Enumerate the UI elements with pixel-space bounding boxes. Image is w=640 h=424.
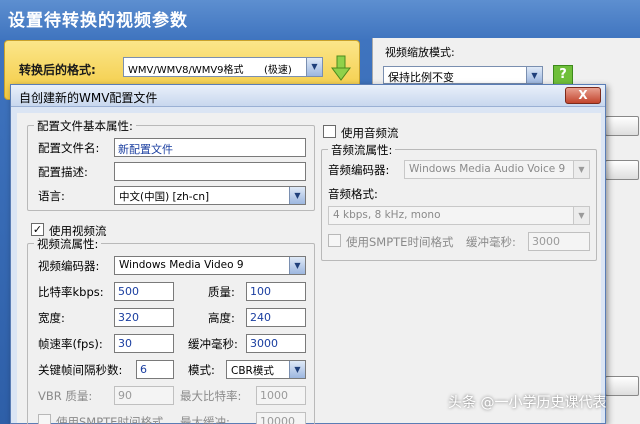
down-arrow-icon[interactable] [331, 55, 351, 81]
audio-smpte-checkbox[interactable] [328, 234, 341, 247]
quality-label: 质量: [208, 285, 235, 299]
audio-smpte-label: 使用SMPTE时间格式 [346, 235, 454, 249]
fps-field[interactable]: 30 [114, 334, 174, 353]
audio-format-label: 音频格式: [328, 187, 378, 201]
chevron-down-icon[interactable]: ▼ [573, 161, 589, 178]
profile-lang-label: 语言: [38, 189, 65, 203]
page-title: 设置待转换的视频参数 [8, 11, 188, 31]
chevron-down-icon[interactable]: ▼ [306, 58, 322, 76]
profile-group-legend: 配置文件基本属性: [34, 118, 136, 134]
video-buffer-label: 缓冲毫秒: [188, 337, 238, 351]
profile-lang-select[interactable]: 中文(中国) [zh-cn] ▼ [114, 186, 306, 205]
keyframe-label: 关键帧间隔秒数: [38, 363, 123, 377]
width-field[interactable]: 320 [114, 308, 174, 327]
max-bitrate-field[interactable]: 1000 [256, 386, 306, 405]
video-group-legend: 视频流属性: [34, 236, 102, 252]
format-speed: (极速) [264, 65, 292, 76]
max-bitrate-label: 最大比特率: [180, 389, 242, 403]
video-codec-value: Windows Media Video 9 [119, 259, 244, 271]
audio-buffer-label: 缓冲毫秒: [466, 235, 516, 249]
height-label: 高度: [208, 311, 235, 325]
profile-lang-value: 中文(中国) [zh-cn] [119, 191, 210, 203]
audio-codec-value: Windows Media Audio Voice 9 [409, 163, 566, 175]
profile-group: 配置文件基本属性: 配置文件名: 新配置文件 配置描述: 语言: 中文(中国) … [27, 118, 315, 211]
profile-desc-field[interactable] [114, 162, 306, 181]
format-label: 转换后的格式: [19, 63, 96, 77]
vbr-quality-field[interactable]: 90 [114, 386, 174, 405]
width-label: 宽度: [38, 311, 65, 325]
use-audio-checkbox[interactable] [323, 125, 336, 138]
mode-select[interactable]: CBR模式 ▼ [226, 360, 306, 379]
close-icon[interactable]: X [565, 87, 601, 104]
dialog-titlebar[interactable]: 自创建新的WMV配置文件 X [11, 85, 605, 107]
side-button-1[interactable] [605, 116, 639, 136]
profile-name-label: 配置文件名: [38, 141, 100, 155]
watermark: 头条 @一小学历史课代表 [448, 395, 607, 411]
video-buffer-field[interactable]: 3000 [246, 334, 306, 353]
keyframe-field[interactable]: 6 [136, 360, 174, 379]
audio-codec-label: 音频编码器: [328, 163, 390, 177]
audio-group: 音频流属性: 音频编码器: Windows Media Audio Voice … [321, 142, 597, 261]
dialog-title: 自创建新的WMV配置文件 [19, 91, 158, 105]
use-audio-label: 使用音频流 [341, 126, 399, 140]
chevron-down-icon[interactable]: ▼ [289, 257, 305, 274]
side-button-3[interactable] [605, 376, 639, 396]
mode-label: 模式: [188, 363, 215, 377]
help-icon[interactable]: ? [553, 65, 573, 85]
bitrate-field[interactable]: 500 [114, 282, 174, 301]
mode-value: CBR模式 [231, 365, 274, 377]
video-group: 视频流属性: 视频编码器: Windows Media Video 9 ▼ 比特… [27, 236, 315, 424]
video-smpte-checkbox[interactable] [38, 414, 51, 424]
max-buffer-label: 最大缓冲: [180, 415, 230, 424]
chevron-down-icon[interactable]: ▼ [526, 67, 542, 83]
fps-label: 帧速率(fps): [38, 337, 103, 351]
profile-name-field[interactable]: 新配置文件 [114, 138, 306, 157]
audio-format-select[interactable]: 4 kbps, 8 kHz, mono ▼ [328, 206, 590, 225]
max-buffer-field[interactable]: 10000 [256, 412, 306, 424]
audio-group-legend: 音频流属性: [328, 142, 396, 158]
video-smpte-label: 使用SMPTE时间格式 [56, 415, 164, 424]
bitrate-label: 比特率kbps: [38, 285, 104, 299]
scale-mode-select[interactable]: 保持比例不变 ▼ [383, 66, 543, 84]
profile-desc-label: 配置描述: [38, 165, 88, 179]
format-select-value: WMV/WMV8/WMV9格式 [128, 65, 244, 76]
scale-mode-value: 保持比例不变 [388, 71, 454, 84]
video-codec-label: 视频编码器: [38, 259, 100, 273]
side-button-2[interactable] [605, 160, 639, 180]
audio-format-value: 4 kbps, 8 kHz, mono [333, 209, 441, 221]
height-field[interactable]: 240 [246, 308, 306, 327]
audio-buffer-field[interactable]: 3000 [528, 232, 590, 251]
scale-mode-label: 视频缩放模式: [385, 46, 455, 59]
audio-codec-select[interactable]: Windows Media Audio Voice 9 ▼ [404, 160, 590, 179]
quality-field[interactable]: 100 [246, 282, 306, 301]
video-codec-select[interactable]: Windows Media Video 9 ▼ [114, 256, 306, 275]
vbr-quality-label: VBR 质量: [38, 389, 93, 403]
use-video-checkbox[interactable]: ✓ [31, 223, 44, 236]
chevron-down-icon[interactable]: ▼ [289, 187, 305, 204]
chevron-down-icon[interactable]: ▼ [573, 207, 589, 224]
wmv-profile-dialog: 自创建新的WMV配置文件 X 配置文件基本属性: 配置文件名: 新配置文件 配置… [10, 84, 606, 424]
format-select[interactable]: WMV/WMV8/WMV9格式 (极速) ▼ [123, 57, 323, 77]
chevron-down-icon[interactable]: ▼ [289, 361, 305, 378]
dialog-body: 配置文件基本属性: 配置文件名: 新配置文件 配置描述: 语言: 中文(中国) … [17, 113, 601, 424]
